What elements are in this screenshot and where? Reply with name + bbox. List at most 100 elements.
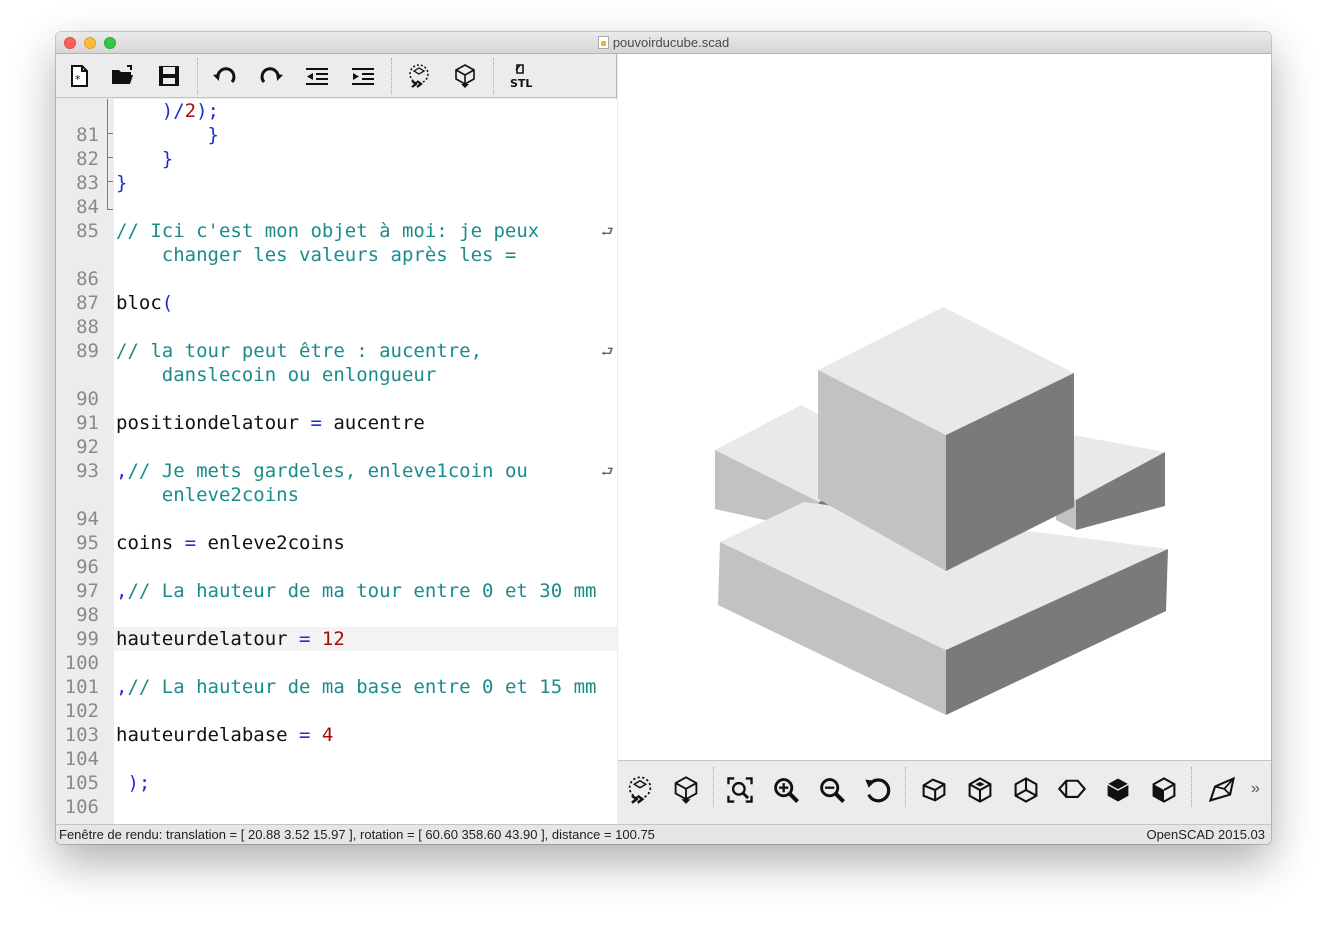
zoom-out-button[interactable]: [812, 770, 852, 810]
code-line[interactable]: 106: [56, 795, 617, 819]
rendered-model: [715, 307, 1168, 715]
reset-view-icon: [865, 778, 891, 803]
code-line[interactable]: 100: [56, 651, 617, 675]
preview-button[interactable]: [620, 770, 660, 810]
code-line[interactable]: 102: [56, 699, 617, 723]
code-line[interactable]: 81 }: [56, 123, 617, 147]
code-line[interactable]: danslecoin ou enlongueur: [56, 363, 617, 387]
line-number: 83: [76, 172, 99, 194]
reset-view-button[interactable]: [858, 770, 898, 810]
line-number: 85: [76, 220, 99, 242]
code-line[interactable]: 92: [56, 435, 617, 459]
perspective-button[interactable]: [1202, 770, 1242, 810]
line-number: 96: [76, 556, 99, 578]
code-line[interactable]: 105 );: [56, 771, 617, 795]
code-line[interactable]: 84: [56, 195, 617, 219]
code-line[interactable]: 93 ,// Je mets gardeles, enleve1coin ou ⮐: [56, 459, 617, 483]
line-number: 82: [76, 148, 99, 170]
line-number: 86: [76, 268, 99, 290]
code-line[interactable]: changer les valeurs après les =: [56, 243, 617, 267]
zoom-in-button[interactable]: [766, 770, 806, 810]
line-number: 100: [64, 652, 99, 674]
code-line[interactable]: 89 // la tour peut être : aucentre, ⮐: [56, 339, 617, 363]
render-icon: [674, 776, 698, 804]
svg-text:*: *: [75, 73, 81, 86]
render-icon: [455, 64, 475, 88]
line-number: 104: [64, 748, 99, 770]
line-number: 98: [76, 604, 99, 626]
indent-button[interactable]: [346, 60, 380, 92]
perspective-icon: [1208, 776, 1235, 802]
view-top-button[interactable]: [960, 770, 1000, 810]
code-line[interactable]: 82 }: [56, 147, 617, 171]
code-line[interactable]: 94: [56, 507, 617, 531]
zoom-out-icon: [820, 778, 845, 803]
view-front-icon: [1107, 778, 1129, 802]
wrap-marker-icon: ⮐: [601, 224, 614, 240]
code-editor[interactable]: )/2); 81 } 82 } 83} 84 85 // Ici c'est mo…: [56, 99, 617, 824]
toolbar-separator: [1191, 767, 1192, 807]
code-line[interactable]: 98: [56, 603, 617, 627]
view-all-button[interactable]: [720, 770, 760, 810]
app-version: OpenSCAD 2015.03: [1146, 827, 1265, 842]
line-number: 84: [76, 196, 99, 218]
redo-button[interactable]: [254, 60, 288, 92]
3d-viewport[interactable]: [618, 54, 1271, 760]
code-line-current[interactable]: 99 hauteurdelatour = 12: [56, 627, 617, 651]
view-right-icon: [922, 778, 946, 802]
render-button[interactable]: [448, 60, 482, 92]
line-text: changer les valeurs après les =: [116, 244, 517, 266]
code-line[interactable]: 91 positiondelatour = aucentre: [56, 411, 617, 435]
svg-text:STL: STL: [510, 77, 532, 89]
view-left-icon: [1057, 779, 1087, 798]
zoom-in-icon: [774, 778, 799, 803]
toolbar-separator: [713, 767, 714, 807]
view-bottom-button[interactable]: [1006, 770, 1046, 810]
view-front-button[interactable]: [1098, 770, 1138, 810]
code-line[interactable]: 83}: [56, 171, 617, 195]
preview-button[interactable]: [402, 60, 436, 92]
code-line[interactable]: 90: [56, 387, 617, 411]
line-text: // la tour peut être : aucentre,: [116, 340, 483, 362]
code-line[interactable]: 103 hauteurdelabase = 4: [56, 723, 617, 747]
open-file-button[interactable]: [106, 60, 140, 92]
preview-icon: [628, 776, 652, 804]
line-number: 92: [76, 436, 99, 458]
code-line[interactable]: 96: [56, 555, 617, 579]
line-text: }: [116, 172, 128, 194]
code-line[interactable]: )/2);: [56, 99, 617, 123]
export-stl-button[interactable]: STL: [504, 60, 538, 92]
code-line[interactable]: 86: [56, 267, 617, 291]
render-button[interactable]: [666, 770, 706, 810]
code-line[interactable]: 97 ,// La hauteur de ma tour entre 0 et 3…: [56, 579, 617, 603]
undo-icon: [213, 67, 236, 83]
undo-button[interactable]: [208, 60, 242, 92]
open-folder-icon: [112, 65, 133, 84]
view-top-icon: [968, 777, 992, 803]
new-file-button[interactable]: *: [62, 60, 96, 92]
view-left-button[interactable]: [1052, 770, 1092, 810]
unindent-button[interactable]: [300, 60, 334, 92]
line-number: 106: [64, 796, 99, 818]
toolbar-overflow-button[interactable]: »: [1251, 780, 1260, 798]
code-line[interactable]: 101 ,// La hauteur de ma base entre 0 et …: [56, 675, 617, 699]
line-text: }: [116, 148, 174, 170]
view-bottom-icon: [1014, 777, 1038, 803]
view-back-button[interactable]: [1144, 770, 1184, 810]
line-text: }: [116, 124, 219, 146]
view-right-button[interactable]: [914, 770, 954, 810]
toolbar-separator: [493, 58, 494, 94]
stl-icon: STL: [510, 64, 532, 89]
code-line[interactable]: 85 // Ici c'est mon objet à moi: je peux ⮐: [56, 219, 617, 243]
new-file-icon: *: [71, 65, 88, 87]
window-title: pouvoirducube.scad: [56, 35, 1271, 50]
code-line[interactable]: 87 bloc(: [56, 291, 617, 315]
code-line[interactable]: enleve2coins: [56, 483, 617, 507]
save-file-button[interactable]: [152, 60, 186, 92]
status-bar: Fenêtre de rendu: translation = [ 20.88 …: [56, 824, 1271, 844]
code-line[interactable]: 88: [56, 315, 617, 339]
code-line[interactable]: 104: [56, 747, 617, 771]
code-line[interactable]: 95 coins = enleve2coins: [56, 531, 617, 555]
toolbar-separator: [391, 58, 392, 94]
indent-icon: [352, 68, 374, 85]
